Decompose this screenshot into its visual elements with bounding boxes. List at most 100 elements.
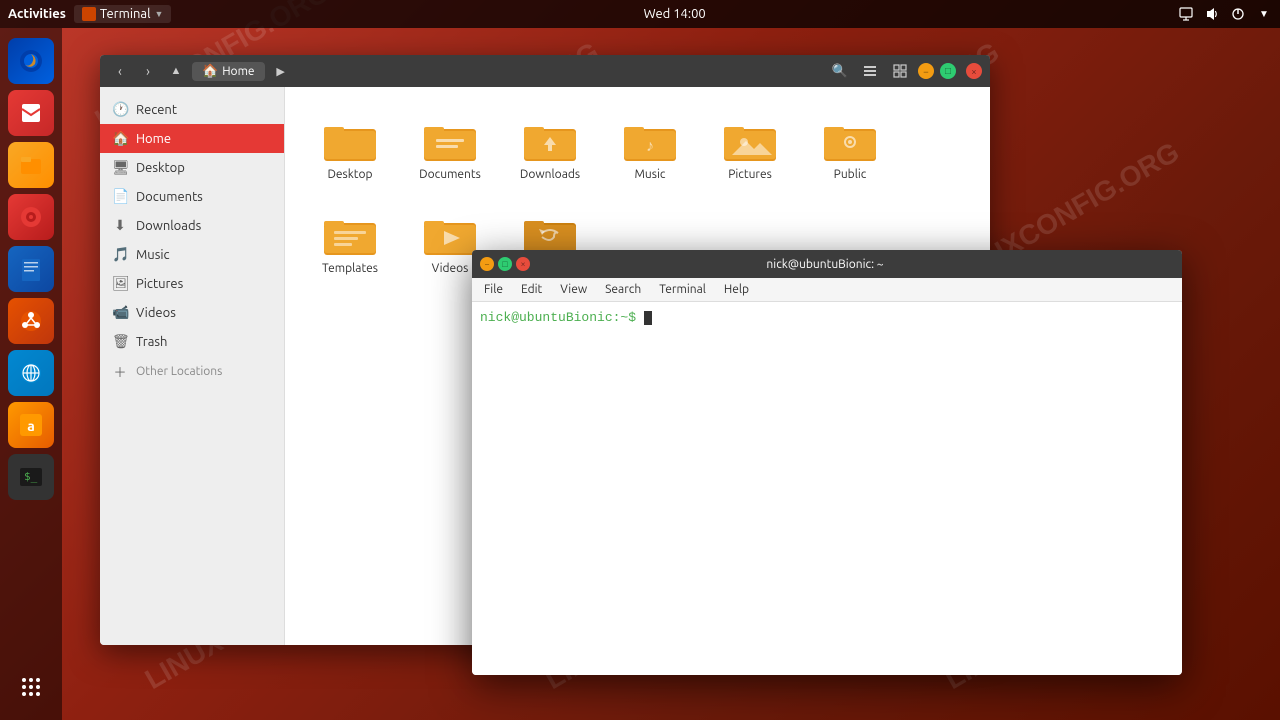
terminal-menu-help[interactable]: Help xyxy=(716,278,757,301)
folder-downloads[interactable]: Downloads xyxy=(505,107,595,191)
sidebar-item-recent[interactable]: 🕐 Recent xyxy=(100,95,284,124)
screen-icon[interactable] xyxy=(1178,6,1194,22)
terminal-window: − □ × nick@ubuntuBionic: ~ File Edit Vie… xyxy=(472,250,1182,675)
terminal-menu-edit[interactable]: Edit xyxy=(513,278,550,301)
terminal-taskbar-label: Terminal xyxy=(100,7,151,21)
sidebar-label-downloads: Downloads xyxy=(136,219,201,233)
folder-public[interactable]: Public xyxy=(805,107,895,191)
sidebar-label-pictures: Pictures xyxy=(136,277,183,291)
folder-templates-icon xyxy=(322,209,378,257)
terminal-maximize-button[interactable]: □ xyxy=(498,257,512,271)
music-icon: 🎵 xyxy=(112,246,128,263)
videos-icon: 📹 xyxy=(112,304,128,321)
power-icon[interactable] xyxy=(1230,6,1246,22)
list-view-button[interactable] xyxy=(858,59,882,83)
trash-icon: 🗑 xyxy=(112,333,128,350)
terminal-menu-file[interactable]: File xyxy=(476,278,511,301)
terminal-menu-view[interactable]: View xyxy=(552,278,595,301)
folder-desktop[interactable]: Desktop xyxy=(305,107,395,191)
dock-item-ubuntu-software[interactable] xyxy=(8,298,54,344)
folder-pictures[interactable]: Pictures xyxy=(705,107,795,191)
close-button[interactable]: × xyxy=(966,63,982,79)
terminal-close-button[interactable]: × xyxy=(516,257,530,271)
folder-templates-label: Templates xyxy=(322,261,378,277)
search-button[interactable]: 🔍 xyxy=(828,59,852,83)
add-icon: ＋ xyxy=(112,362,128,381)
nav-forward-button[interactable]: › xyxy=(136,59,160,83)
recent-icon: 🕐 xyxy=(112,101,128,118)
sidebar-item-videos[interactable]: 📹 Videos xyxy=(100,298,284,327)
folder-desktop-label: Desktop xyxy=(327,167,372,183)
documents-icon: 📄 xyxy=(112,188,128,205)
sidebar-label-other: Other Locations xyxy=(136,365,222,378)
svg-text:♪: ♪ xyxy=(646,137,654,155)
terminal-taskbar-arrow: ▼ xyxy=(155,9,164,19)
folder-music-label: Music xyxy=(635,167,666,183)
nav-up-button[interactable]: ▲ xyxy=(164,59,188,83)
sidebar-label-trash: Trash xyxy=(136,335,167,349)
topbar-clock: Wed 14:00 xyxy=(644,7,706,21)
grid-view-button[interactable] xyxy=(888,59,912,83)
dock-item-terminal-app[interactable]: $_ xyxy=(8,454,54,500)
pictures-icon: 🖼 xyxy=(112,275,128,292)
terminal-title: nick@ubuntuBionic: ~ xyxy=(530,258,1120,271)
terminal-minimize-button[interactable]: − xyxy=(480,257,494,271)
minimize-button[interactable]: − xyxy=(918,63,934,79)
sidebar-item-desktop[interactable]: 🖥 Desktop xyxy=(100,153,284,182)
nav-back-button[interactable]: ‹ xyxy=(108,59,132,83)
file-manager-nav: ‹ › ▲ 🏠 Home ▶ xyxy=(108,59,828,83)
folder-documents-icon xyxy=(422,115,478,163)
dock-item-files[interactable] xyxy=(8,142,54,188)
topbar-left: Activities Terminal ▼ xyxy=(0,5,171,23)
volume-icon[interactable] xyxy=(1204,6,1220,22)
folder-templates[interactable]: Templates xyxy=(305,201,395,285)
file-manager-titlebar: ‹ › ▲ 🏠 Home ▶ 🔍 − □ × xyxy=(100,55,990,87)
desktop-icon: 🖥 xyxy=(112,159,128,176)
folder-downloads-icon xyxy=(522,115,578,163)
folder-documents[interactable]: Documents xyxy=(405,107,495,191)
dock: a $_ xyxy=(0,28,62,720)
folder-pictures-icon xyxy=(722,115,778,163)
sidebar-label-documents: Documents xyxy=(136,190,203,204)
sidebar-label-recent: Recent xyxy=(136,103,177,117)
terminal-menu-search[interactable]: Search xyxy=(597,278,649,301)
dock-item-writer[interactable] xyxy=(8,246,54,292)
terminal-taskbar-icon xyxy=(82,7,96,21)
folder-music[interactable]: ♪ Music xyxy=(605,107,695,191)
dock-apps-grid[interactable] xyxy=(8,664,54,710)
maximize-button[interactable]: □ xyxy=(940,63,956,79)
dock-item-network[interactable] xyxy=(8,350,54,396)
folder-videos-label: Videos xyxy=(432,261,469,277)
folder-desktop-icon xyxy=(322,115,378,163)
sidebar-item-trash[interactable]: 🗑 Trash xyxy=(100,327,284,356)
location-text: Home xyxy=(222,65,254,78)
topbar: Activities Terminal ▼ Wed 14:00 ▼ xyxy=(0,0,1280,28)
file-manager-toolbar-right: 🔍 − □ × xyxy=(828,59,982,83)
nav-location-arrow[interactable]: ▶ xyxy=(269,59,293,83)
sidebar-label-desktop: Desktop xyxy=(136,161,185,175)
activities-button[interactable]: Activities xyxy=(8,7,66,21)
dock-item-amazon[interactable]: a xyxy=(8,402,54,448)
sidebar-item-pictures[interactable]: 🖼 Pictures xyxy=(100,269,284,298)
terminal-taskbar-item[interactable]: Terminal ▼ xyxy=(74,5,172,23)
folder-videos-icon xyxy=(422,209,478,257)
folder-public-icon xyxy=(822,115,878,163)
topbar-right: ▼ xyxy=(1178,6,1280,22)
terminal-window-buttons: − □ × xyxy=(480,257,530,271)
sidebar-item-music[interactable]: 🎵 Music xyxy=(100,240,284,269)
terminal-body[interactable]: nick@ubuntuBionic:~$ xyxy=(472,302,1182,675)
terminal-titlebar: − □ × nick@ubuntuBionic: ~ xyxy=(472,250,1182,278)
sidebar-item-downloads[interactable]: ⬇ Downloads xyxy=(100,211,284,240)
sidebar-item-home[interactable]: 🏠 Home xyxy=(100,124,284,153)
terminal-prompt: nick@ubuntuBionic:~$ xyxy=(480,310,636,325)
location-bar[interactable]: 🏠 Home xyxy=(192,62,265,81)
sidebar-item-documents[interactable]: 📄 Documents xyxy=(100,182,284,211)
topbar-dropdown-icon[interactable]: ▼ xyxy=(1256,6,1272,22)
sidebar-item-other-locations[interactable]: ＋ Other Locations xyxy=(100,356,284,387)
dock-item-speaker[interactable] xyxy=(8,194,54,240)
downloads-icon: ⬇ xyxy=(112,217,128,234)
folder-music-icon: ♪ xyxy=(622,115,678,163)
dock-item-notes[interactable] xyxy=(8,90,54,136)
dock-item-firefox[interactable] xyxy=(8,38,54,84)
terminal-menu-terminal[interactable]: Terminal xyxy=(651,278,714,301)
